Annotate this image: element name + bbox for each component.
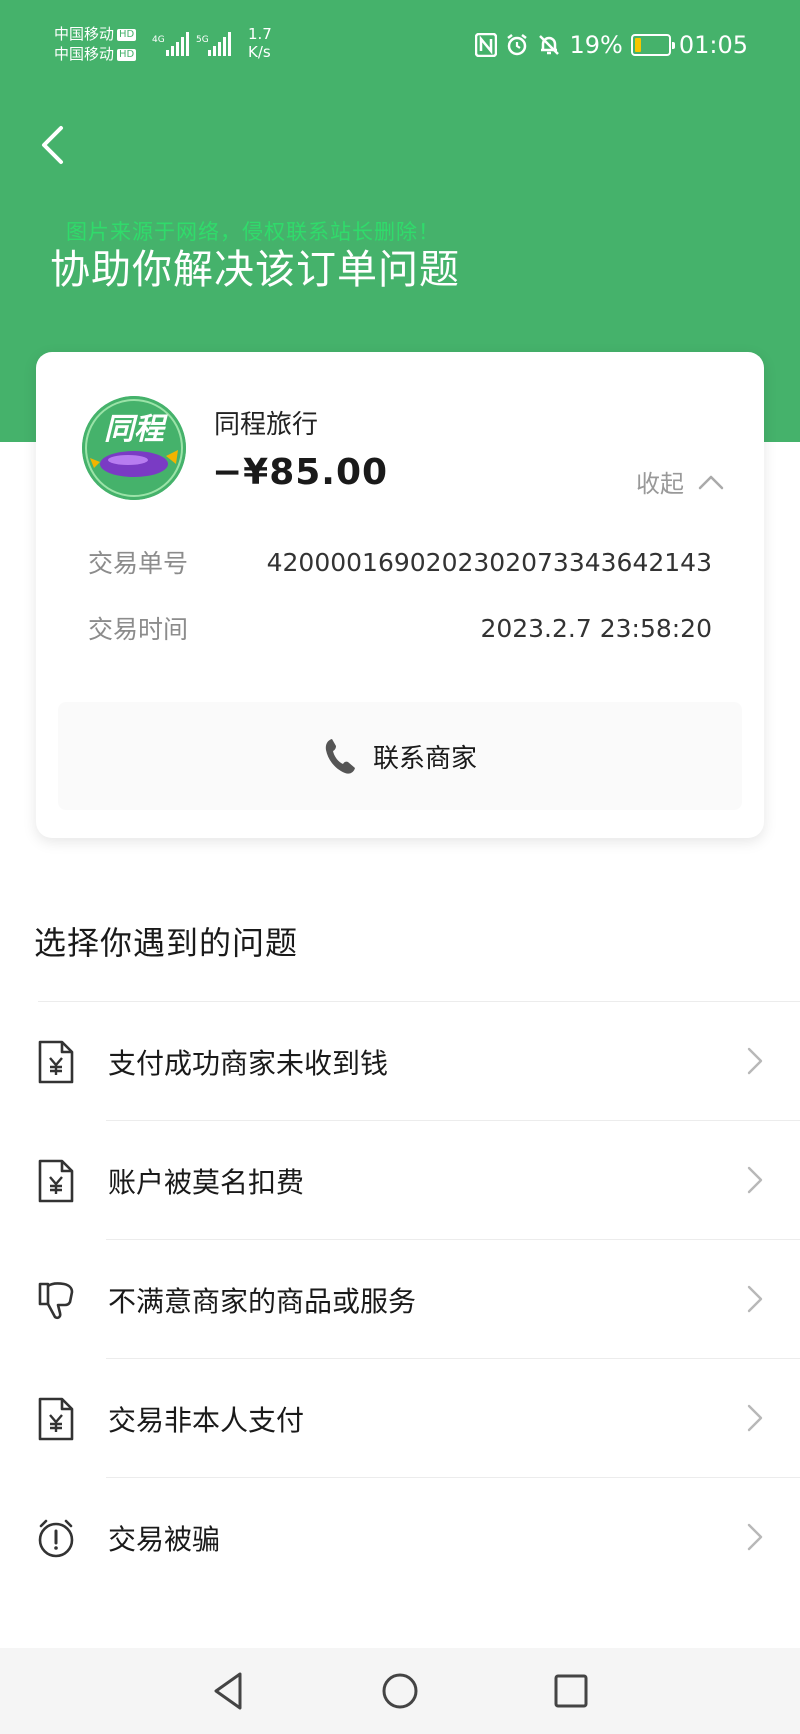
issues-section-title: 选择你遇到的问题: [34, 924, 299, 962]
speed-unit: K/s: [248, 43, 271, 61]
order-card: 同程 同程旅行 −¥85.00 收起 交易单号 4200001690202302…: [36, 352, 764, 838]
chevron-right-icon: [747, 1285, 763, 1313]
issue-item-payment-not-received[interactable]: 支付成功商家未收到钱: [0, 1002, 800, 1121]
hd-badge-2: HD: [117, 49, 137, 61]
issue-item-unsatisfied-service[interactable]: 不满意商家的商品或服务: [0, 1240, 800, 1359]
chevron-right-icon: [747, 1166, 763, 1194]
chevron-left-icon: [42, 126, 63, 164]
nav-home-icon[interactable]: [375, 1666, 425, 1716]
issue-label: 不满意商家的商品或服务: [108, 1285, 417, 1318]
merchant-name: 同程旅行: [214, 410, 319, 440]
thumbs-down-icon: [38, 1282, 74, 1320]
hd-badge: HD: [117, 29, 137, 41]
status-time: 01:05: [678, 31, 748, 59]
phone-icon: [325, 739, 355, 774]
watermark-text: 图片来源于网络，侵权联系站长删除！: [66, 220, 440, 244]
merchant-logo-art: 同程: [82, 396, 186, 500]
carrier-info: 中国移动 HD 中国移动 HD: [54, 24, 137, 64]
receipt-yuan-icon: [38, 1159, 74, 1203]
chevron-up-icon: [698, 475, 724, 489]
carrier-2: 中国移动: [54, 45, 115, 63]
alarm-icon: [507, 34, 528, 56]
chevron-right-icon: [747, 1523, 763, 1551]
detail-label: 交易单号: [88, 549, 189, 578]
detail-label: 交易时间: [88, 615, 189, 644]
contact-merchant-button[interactable]: 联系商家: [58, 702, 742, 810]
battery-fill: [634, 38, 641, 52]
merchant-logo-text: 同程: [104, 412, 168, 447]
system-navigation-bar: [0, 1648, 800, 1734]
status-bar: 中国移动 HD 中国移动 HD 4G 5G 1.7 K/s 19% 01:05: [0, 0, 800, 90]
issue-list: 支付成功商家未收到钱 账户被莫名扣费 不满意商家的商品或服务 交易非本人支付 交…: [0, 1001, 800, 1597]
detail-row-transaction-id: 交易单号 4200001690202302073343642143: [88, 542, 712, 582]
receipt-yuan-icon: [38, 1397, 74, 1441]
detail-row-transaction-time: 交易时间 2023.2.7 23:58:20: [88, 608, 712, 648]
network-type-2: 5G: [196, 35, 209, 45]
chevron-right-icon: [747, 1404, 763, 1432]
page-title: 协助你解决该订单问题: [50, 247, 460, 293]
issue-label: 交易非本人支付: [108, 1404, 305, 1437]
detail-value: 2023.2.7 23:58:20: [480, 613, 712, 643]
issue-item-scammed[interactable]: 交易被骗: [0, 1478, 800, 1597]
back-button[interactable]: [30, 120, 74, 170]
chevron-right-icon: [747, 1047, 763, 1075]
speed-value: 1.7: [248, 25, 272, 43]
detail-value: 4200001690202302073343642143: [266, 547, 712, 577]
contact-merchant-label: 联系商家: [372, 743, 477, 774]
alert-clock-icon: [38, 1519, 74, 1558]
battery-percent: 19%: [569, 31, 623, 59]
collapse-toggle[interactable]: 收起: [636, 464, 724, 499]
issue-label: 账户被莫名扣费: [108, 1166, 305, 1199]
issue-item-unexpected-charge[interactable]: 账户被莫名扣费: [0, 1121, 800, 1240]
issue-label: 交易被骗: [108, 1523, 221, 1556]
battery-icon: [630, 34, 675, 56]
issue-item-not-paid-by-me[interactable]: 交易非本人支付: [0, 1359, 800, 1478]
nav-back-icon[interactable]: [204, 1666, 254, 1716]
nfc-icon: [475, 33, 498, 57]
receipt-yuan-icon: [38, 1040, 74, 1084]
transaction-amount: −¥85.00: [212, 452, 389, 493]
signal-strength-icon: 4G 5G: [152, 32, 231, 56]
merchant-logo: 同程: [82, 396, 186, 500]
status-icons: 19% 01:05: [475, 30, 748, 60]
nav-recents-icon[interactable]: [546, 1666, 596, 1716]
network-speed: 1.7 K/s: [248, 25, 272, 61]
network-type-1: 4G: [152, 35, 165, 45]
issue-label: 支付成功商家未收到钱: [108, 1047, 389, 1080]
carrier-1: 中国移动: [54, 25, 115, 43]
collapse-label: 收起: [636, 470, 684, 498]
mute-icon: [539, 35, 560, 55]
